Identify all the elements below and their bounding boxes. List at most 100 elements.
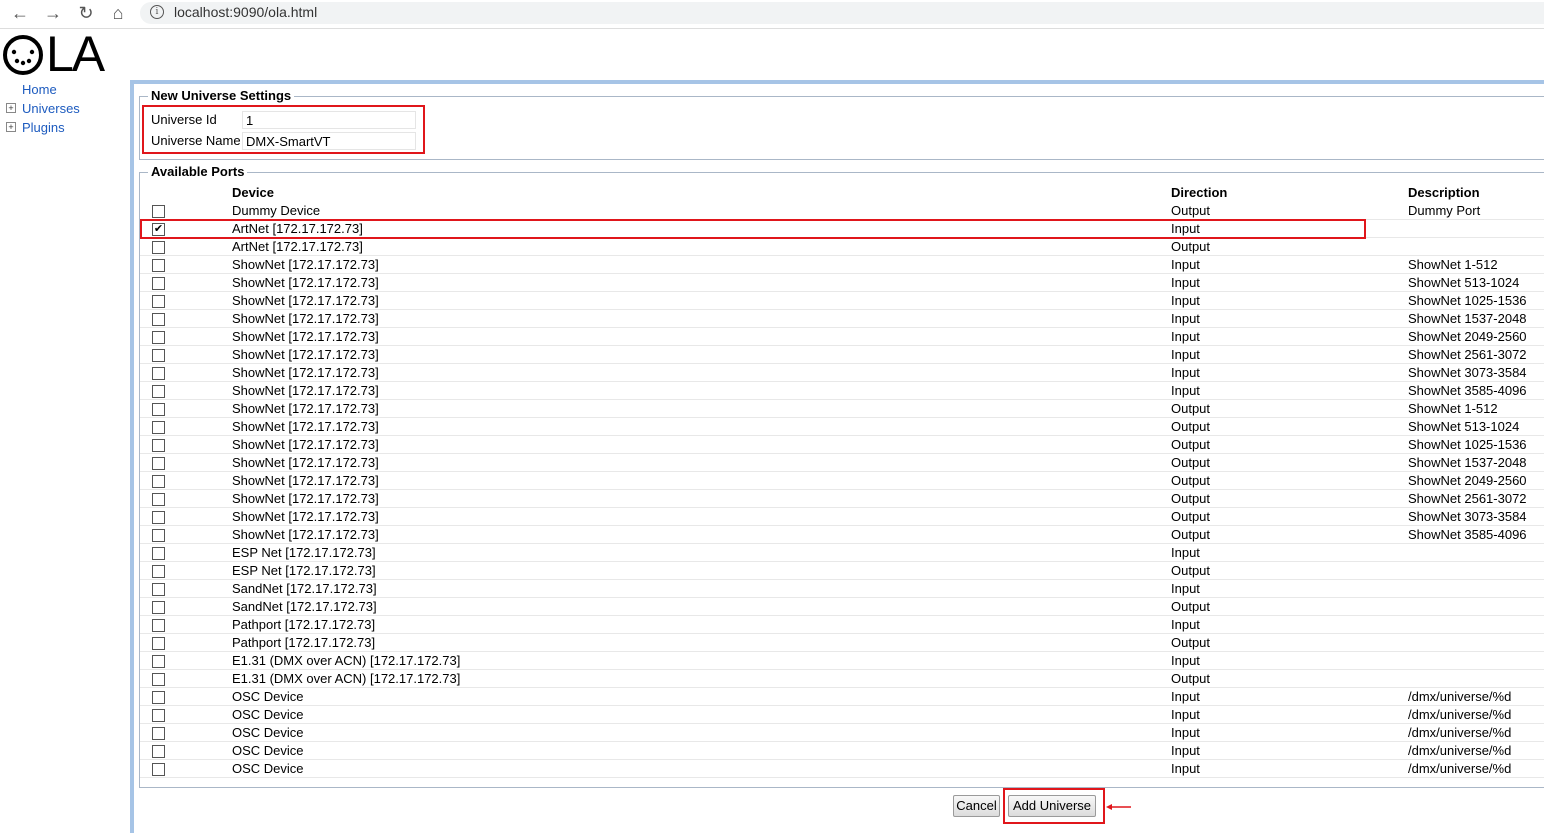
port-checkbox[interactable] xyxy=(152,403,165,416)
direction-cell: Output xyxy=(1171,635,1211,650)
port-checkbox[interactable] xyxy=(152,241,165,254)
table-row: ShowNet [172.17.172.73] Input ShowNet 2049… xyxy=(140,328,1544,346)
device-cell: Pathport [172.17.172.73] xyxy=(232,617,376,632)
table-row: ShowNet [172.17.172.73] Input ShowNet 2561… xyxy=(140,346,1544,364)
direction-cell: Output xyxy=(1171,563,1211,578)
port-checkbox[interactable] xyxy=(152,421,165,434)
expand-plus-icon[interactable]: + xyxy=(6,122,16,132)
description-cell: /dmx/universe/%d xyxy=(1408,725,1512,740)
table-row: Pathport [172.17.172.73] Input xyxy=(140,616,1544,634)
expand-plus-icon[interactable]: + xyxy=(6,103,16,113)
description-cell: /dmx/universe/%d xyxy=(1408,689,1512,704)
port-checkbox[interactable] xyxy=(152,583,165,596)
back-icon[interactable]: ← xyxy=(10,3,30,23)
device-cell: OSC Device xyxy=(232,761,304,776)
table-row: ShowNet [172.17.172.73] Output ShowNet 1-5… xyxy=(140,400,1544,418)
description-cell: ShowNet 513-1024 xyxy=(1408,419,1520,434)
table-row: ShowNet [172.17.172.73] Input ShowNet 3585… xyxy=(140,382,1544,400)
device-cell: Dummy Device xyxy=(232,203,321,218)
direction-cell: Output xyxy=(1171,455,1211,470)
device-cell: SandNet [172.17.172.73] xyxy=(232,599,377,614)
port-checkbox[interactable] xyxy=(152,277,165,290)
description-cell: Dummy Port xyxy=(1408,203,1481,218)
direction-cell: Input xyxy=(1171,293,1200,308)
arrow-left-icon xyxy=(1106,804,1131,810)
sidebar-item-universes[interactable]: Universes xyxy=(22,101,80,116)
description-cell: ShowNet 513-1024 xyxy=(1408,275,1520,290)
reload-icon[interactable]: ↻ xyxy=(76,3,96,23)
table-row: OSC Device Input/dmx/universe/%d xyxy=(140,760,1544,778)
port-checkbox[interactable] xyxy=(152,601,165,614)
port-checkbox[interactable] xyxy=(152,547,165,560)
direction-cell: Input xyxy=(1171,365,1200,380)
device-cell: ShowNet [172.17.172.73] xyxy=(232,347,379,362)
direction-cell: Input xyxy=(1171,545,1200,560)
cancel-button[interactable]: Cancel xyxy=(953,795,1000,817)
port-checkbox[interactable] xyxy=(152,493,165,506)
port-checkbox[interactable] xyxy=(152,763,165,776)
info-icon[interactable]: i xyxy=(150,5,164,19)
sidebar-item-plugins[interactable]: Plugins xyxy=(22,120,65,135)
port-checkbox[interactable] xyxy=(152,745,165,758)
port-checkbox[interactable] xyxy=(152,313,165,326)
sidebar-item-home[interactable]: Home xyxy=(22,82,57,97)
direction-cell: Output xyxy=(1171,509,1211,524)
port-checkbox[interactable] xyxy=(152,349,165,362)
device-cell: OSC Device xyxy=(232,689,304,704)
url-text[interactable]: localhost:9090/ola.html xyxy=(174,4,317,20)
table-row: OSC Device Input/dmx/universe/%d xyxy=(140,742,1544,760)
port-checkbox[interactable] xyxy=(152,655,165,668)
device-cell: ShowNet [172.17.172.73] xyxy=(232,257,379,272)
port-checkbox[interactable] xyxy=(152,295,165,308)
direction-cell: Input xyxy=(1171,743,1200,758)
direction-cell: Input xyxy=(1171,581,1200,596)
port-checkbox[interactable] xyxy=(152,439,165,452)
device-cell: ShowNet [172.17.172.73] xyxy=(232,293,379,308)
port-checkbox[interactable] xyxy=(152,709,165,722)
description-column-header: Description xyxy=(1408,185,1480,200)
device-cell: ESP Net [172.17.172.73] xyxy=(232,545,376,560)
port-checkbox[interactable] xyxy=(152,331,165,344)
description-cell: /dmx/universe/%d xyxy=(1408,761,1512,776)
direction-cell: Input xyxy=(1171,311,1200,326)
port-checkbox[interactable] xyxy=(152,637,165,650)
direction-cell: Output xyxy=(1171,419,1211,434)
port-checkbox[interactable] xyxy=(152,259,165,272)
device-cell: SandNet [172.17.172.73] xyxy=(232,581,377,596)
port-checkbox[interactable] xyxy=(152,619,165,632)
device-cell: ShowNet [172.17.172.73] xyxy=(232,527,379,542)
port-checkbox[interactable] xyxy=(152,691,165,704)
port-checkbox[interactable] xyxy=(152,457,165,470)
table-row: Dummy Device Output Dummy Port xyxy=(140,202,1544,220)
table-row: ShowNet [172.17.172.73] Input ShowNet 1025… xyxy=(140,292,1544,310)
direction-cell: Input xyxy=(1171,275,1200,290)
port-checkbox[interactable] xyxy=(152,367,165,380)
port-checkbox[interactable] xyxy=(152,565,165,578)
description-cell: ShowNet 1537-2048 xyxy=(1408,455,1527,470)
port-checkbox[interactable] xyxy=(152,673,165,686)
description-cell: ShowNet 1537-2048 xyxy=(1408,311,1527,326)
add-universe-highlight-box xyxy=(1003,788,1105,824)
device-cell: E1.31 (DMX over ACN) [172.17.172.73] xyxy=(232,671,461,686)
home-icon[interactable]: ⌂ xyxy=(108,3,128,23)
description-cell: /dmx/universe/%d xyxy=(1408,707,1512,722)
description-cell: /dmx/universe/%d xyxy=(1408,743,1512,758)
port-checkbox[interactable] xyxy=(152,475,165,488)
device-column-header: Device xyxy=(232,185,274,200)
table-row: OSC Device Input/dmx/universe/%d xyxy=(140,706,1544,724)
device-cell: ShowNet [172.17.172.73] xyxy=(232,437,379,452)
ports-legend: Available Ports xyxy=(148,164,248,179)
forward-icon[interactable]: → xyxy=(43,3,63,23)
port-checkbox[interactable] xyxy=(152,727,165,740)
direction-cell: Input xyxy=(1171,257,1200,272)
table-row: ShowNet [172.17.172.73] Input ShowNet 513-… xyxy=(140,274,1544,292)
table-row: E1.31 (DMX over ACN) [172.17.172.73] Inpu… xyxy=(140,652,1544,670)
port-checkbox[interactable] xyxy=(152,205,165,218)
port-checkbox[interactable] xyxy=(152,511,165,524)
address-bar[interactable] xyxy=(140,2,1544,24)
description-cell: ShowNet 2561-3072 xyxy=(1408,347,1527,362)
port-checkbox[interactable] xyxy=(152,385,165,398)
device-cell: ShowNet [172.17.172.73] xyxy=(232,419,379,434)
direction-cell: Input xyxy=(1171,689,1200,704)
port-checkbox[interactable] xyxy=(152,529,165,542)
